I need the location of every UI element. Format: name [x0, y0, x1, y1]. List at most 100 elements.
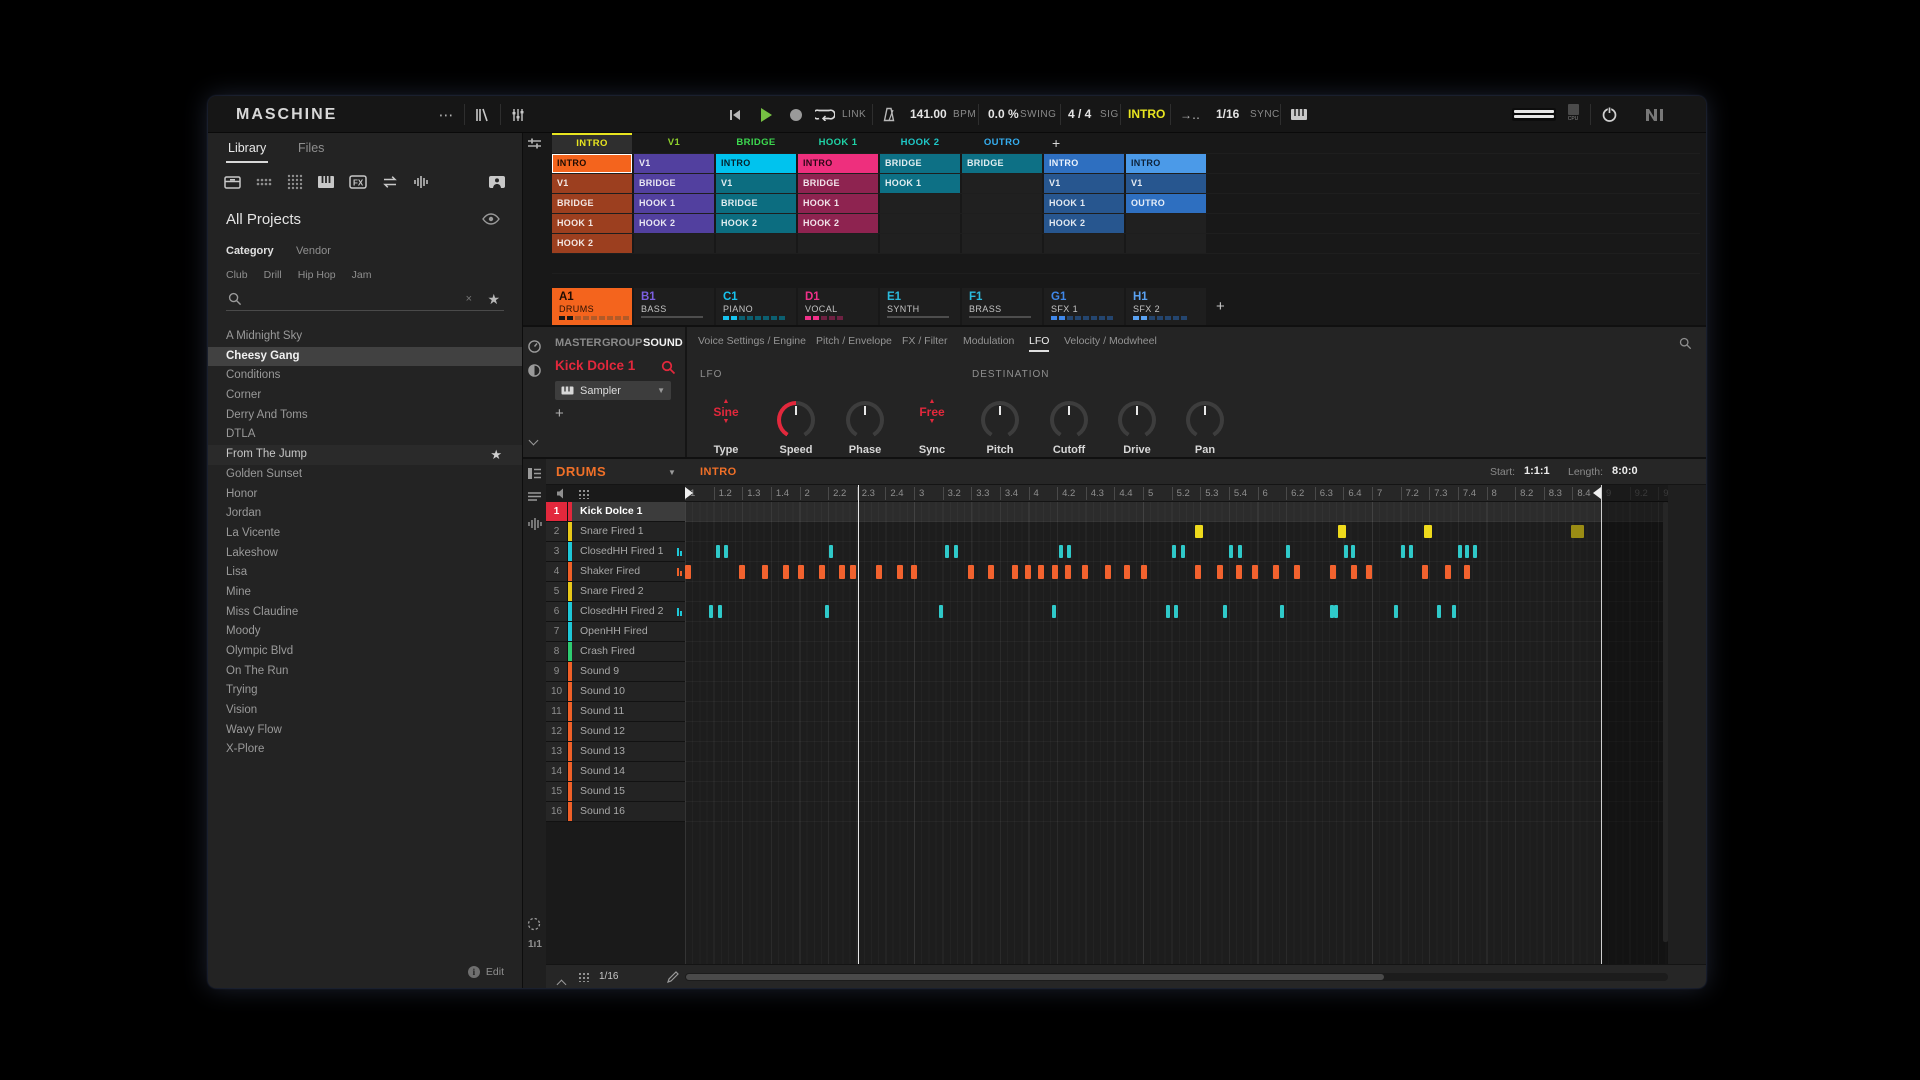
restart-icon[interactable]: [724, 96, 746, 133]
knob-phase[interactable]: [846, 401, 884, 439]
pattern-clip[interactable]: BRIDGE: [716, 194, 796, 213]
note-event[interactable]: [819, 565, 825, 579]
pattern-slot-empty[interactable]: [1044, 234, 1124, 253]
list-item-project[interactable]: Miss Claudine: [208, 603, 522, 623]
list-item-project[interactable]: X-Plore: [208, 740, 522, 760]
filter-tab-vendor[interactable]: Vendor: [296, 245, 331, 257]
list-item-project[interactable]: Lakeshow: [208, 544, 522, 564]
sound-row[interactable]: 14Sound 14: [546, 762, 685, 782]
panel-collapse-chevron-icon[interactable]: [530, 431, 537, 449]
note-event[interactable]: [1059, 545, 1063, 558]
note-event[interactable]: [1038, 565, 1044, 579]
swing-value[interactable]: 0.0 %: [988, 96, 1019, 133]
list-item-project[interactable]: From The Jump★: [208, 445, 522, 465]
note-event[interactable]: [1217, 565, 1223, 579]
record-button[interactable]: [784, 96, 808, 133]
time-signature-value[interactable]: 4 / 4: [1068, 96, 1091, 133]
pattern-clip[interactable]: INTRO: [552, 154, 632, 173]
sounds-filter-icon[interactable]: [287, 174, 303, 190]
note-event[interactable]: [718, 605, 722, 618]
note-event[interactable]: [939, 605, 943, 618]
info-icon[interactable]: i: [468, 966, 480, 978]
note-event[interactable]: [1252, 565, 1258, 579]
selector-sync[interactable]: ▲Free▼: [902, 399, 962, 425]
pattern-clip[interactable]: INTRO: [1044, 154, 1124, 173]
note-event[interactable]: [1334, 605, 1338, 618]
list-item-project[interactable]: Wavy Flow: [208, 721, 522, 741]
sound-row[interactable]: 4Shaker Fired: [546, 562, 685, 582]
note-event[interactable]: [1422, 565, 1428, 579]
note-event[interactable]: [1236, 565, 1242, 579]
list-item-project[interactable]: Vision: [208, 701, 522, 721]
group-cell-drums[interactable]: A1DRUMS: [552, 288, 632, 325]
note-event[interactable]: [1366, 565, 1372, 579]
record-settings-icon[interactable]: [527, 917, 541, 931]
note-event[interactable]: [1012, 565, 1018, 579]
note-event[interactable]: [724, 545, 728, 558]
sound-row[interactable]: 2Snare Fired 1: [546, 522, 685, 542]
note-event[interactable]: [829, 545, 833, 558]
pattern-clip[interactable]: BRIDGE: [880, 154, 960, 173]
note-event[interactable]: [968, 565, 974, 579]
note-event[interactable]: [897, 565, 903, 579]
note-grid[interactable]: 11.21.31.422.22.32.433.23.33.444.24.34.4…: [685, 485, 1668, 964]
pattern-slot-empty[interactable]: [716, 234, 796, 253]
list-item-project[interactable]: Golden Sunset: [208, 465, 522, 485]
group-cell-synth[interactable]: E1SYNTH: [880, 288, 960, 325]
sound-row[interactable]: 12Sound 12: [546, 722, 685, 742]
sound-row[interactable]: 3ClosedHH Fired 1: [546, 542, 685, 562]
note-event[interactable]: [876, 565, 882, 579]
note-event[interactable]: [709, 605, 713, 618]
sound-list-view-icon[interactable]: [527, 491, 542, 504]
sound-row[interactable]: 1Kick Dolce 1: [546, 502, 685, 522]
plugin-selector[interactable]: Sampler ▼: [555, 381, 671, 400]
note-event[interactable]: [1025, 565, 1031, 579]
note-event[interactable]: [1458, 545, 1462, 558]
audition-speaker-icon[interactable]: [556, 488, 568, 499]
grid-step-value[interactable]: 1/16: [599, 971, 618, 982]
list-item-project[interactable]: Jordan: [208, 504, 522, 524]
pattern-clip[interactable]: INTRO: [716, 154, 796, 173]
pattern-clip[interactable]: HOOK 2: [798, 214, 878, 233]
tag-drill[interactable]: Drill: [264, 269, 282, 281]
sound-row[interactable]: 10Sound 10: [546, 682, 685, 702]
pattern-start-flag[interactable]: [685, 487, 693, 499]
keyboard-mode-icon[interactable]: [1286, 96, 1312, 133]
list-item-project[interactable]: Derry And Toms: [208, 406, 522, 426]
pattern-clip[interactable]: HOOK 1: [552, 214, 632, 233]
play-button[interactable]: [754, 96, 778, 133]
current-scene-display[interactable]: INTRO: [1128, 96, 1165, 133]
group-cell-sfx-1[interactable]: G1SFX 1: [1044, 288, 1124, 325]
pattern-clip[interactable]: BRIDGE: [962, 154, 1042, 173]
note-event[interactable]: [762, 565, 768, 579]
pattern-clip[interactable]: HOOK 2: [716, 214, 796, 233]
channel-properties-icon[interactable]: [527, 339, 542, 354]
user-content-icon[interactable]: [488, 175, 506, 189]
sound-row[interactable]: 8Crash Fired: [546, 642, 685, 662]
edit-button[interactable]: Edit: [486, 966, 504, 978]
overflow-menu-icon[interactable]: ⋯: [434, 96, 458, 133]
step-grid-icon[interactable]: [578, 489, 591, 499]
note-event[interactable]: [1409, 545, 1413, 558]
timeline-ruler[interactable]: 11.21.31.422.22.32.433.23.33.444.24.34.4…: [685, 485, 1668, 502]
group-cell-bass[interactable]: B1BASS: [634, 288, 714, 325]
selector-down-arrow-icon[interactable]: ▼: [902, 419, 962, 425]
pattern-clip[interactable]: V1: [1044, 174, 1124, 193]
pattern-clip[interactable]: V1: [634, 154, 714, 173]
note-event[interactable]: [685, 565, 691, 579]
note-event[interactable]: [1181, 545, 1185, 558]
scene-tab-hook-1[interactable]: HOOK 1: [798, 133, 878, 153]
list-item-project[interactable]: Corner: [208, 386, 522, 406]
note-event[interactable]: [716, 545, 720, 558]
list-item-project[interactable]: La Vicente: [208, 524, 522, 544]
scene-tab-outro[interactable]: OUTRO: [962, 133, 1042, 153]
note-event[interactable]: [1351, 565, 1357, 579]
add-scene-button[interactable]: +: [1052, 133, 1060, 153]
note-event[interactable]: [1195, 525, 1203, 538]
scene-tab-v1[interactable]: V1: [634, 133, 714, 153]
group-cell-sfx-2[interactable]: H1SFX 2: [1126, 288, 1206, 325]
list-item-project[interactable]: Mine: [208, 583, 522, 603]
add-plugin-button[interactable]: +: [555, 405, 564, 422]
note-event[interactable]: [1445, 565, 1451, 579]
start-value[interactable]: 1:1:1: [1524, 465, 1550, 477]
